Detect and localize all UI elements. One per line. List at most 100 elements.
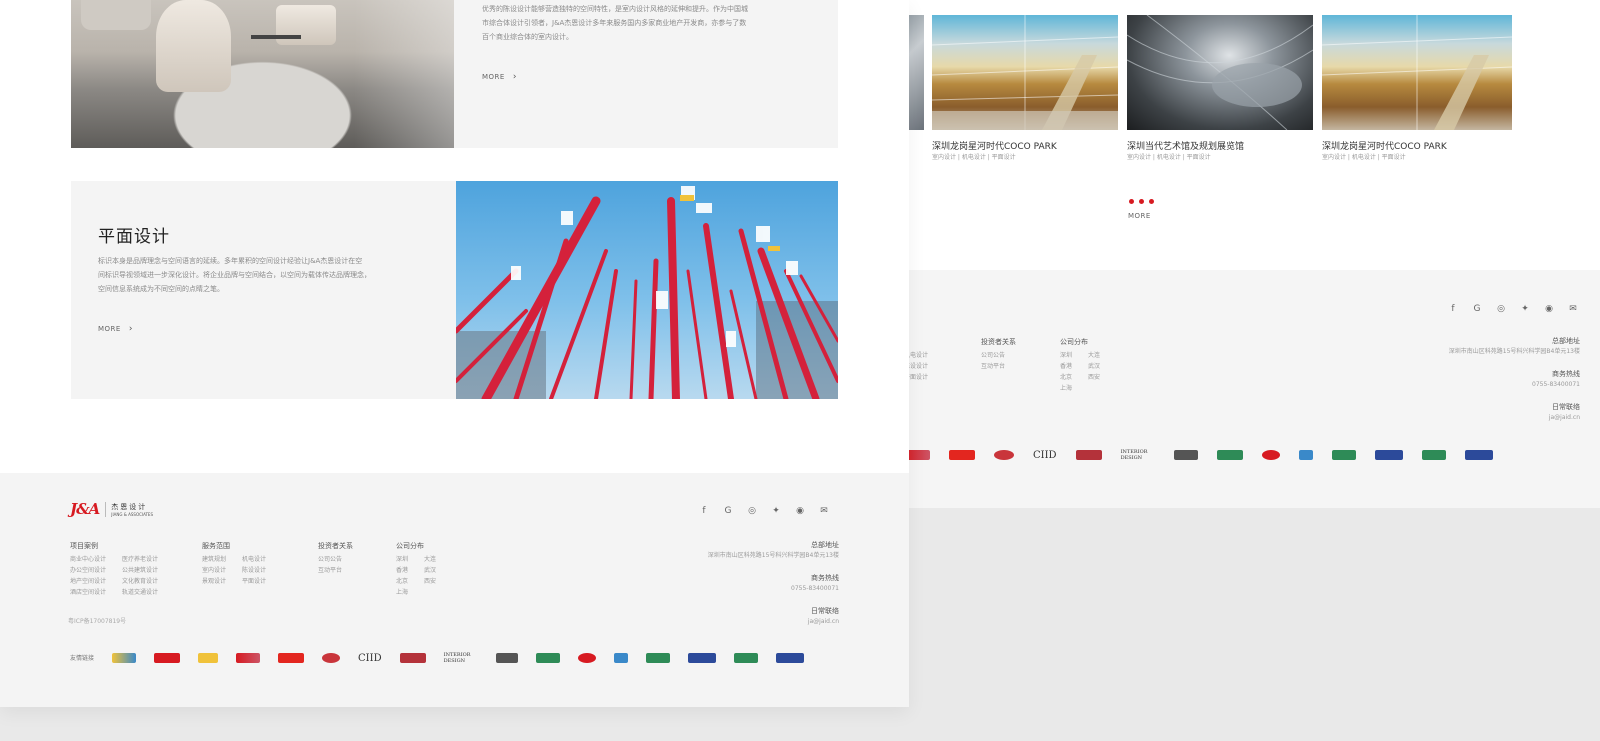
footer-logo[interactable]: J&A 杰恩设计 JIANG & ASSOCIATES bbox=[70, 500, 153, 518]
partner-logo[interactable] bbox=[236, 653, 261, 663]
partner-logo[interactable] bbox=[687, 653, 716, 663]
google-icon[interactable]: G bbox=[1470, 304, 1484, 314]
graphic-design-card: 平面设计 标识本身是品牌理念与空间语言的延续。多年累积的空间设计经验让J&A杰恩… bbox=[71, 181, 456, 399]
footer-link[interactable]: 大连 bbox=[424, 554, 452, 565]
footer-link[interactable]: 地产空间设计 bbox=[70, 576, 122, 587]
footer-link[interactable]: 平面设计 bbox=[242, 576, 282, 587]
partner-logo[interactable] bbox=[645, 653, 670, 663]
footer-link[interactable]: 机电设计 bbox=[242, 554, 282, 565]
contact-value[interactable]: ja@jaid.cn bbox=[1449, 412, 1580, 423]
partner-logo[interactable] bbox=[1075, 450, 1102, 460]
contact-value: 深圳市南山区科苑路15号科兴科学园B4单元13楼 bbox=[1448, 348, 1580, 355]
partner-logo[interactable] bbox=[1298, 450, 1313, 460]
footer-link[interactable]: 互动平台 bbox=[318, 565, 353, 576]
partner-logo[interactable] bbox=[1173, 450, 1198, 460]
footer-link[interactable]: 西安 bbox=[424, 576, 452, 587]
partner-logo[interactable] bbox=[495, 653, 518, 663]
partner-logo[interactable] bbox=[775, 653, 804, 663]
facebook-icon[interactable]: f bbox=[697, 506, 711, 516]
twitter-icon[interactable]: ✦ bbox=[769, 506, 783, 516]
partner-logo[interactable] bbox=[399, 653, 426, 663]
footer-link[interactable]: 香港 bbox=[1060, 361, 1088, 372]
partner-logo[interactable] bbox=[1261, 450, 1280, 460]
footer-link[interactable]: 公共建筑设计 bbox=[122, 565, 174, 576]
partner-logo[interactable] bbox=[613, 653, 628, 663]
contact-value[interactable]: ja@jaid.cn bbox=[708, 616, 839, 627]
partner-logo[interactable]: INTERIOR DESIGN bbox=[1121, 449, 1155, 461]
footer-link[interactable]: 深圳 bbox=[1060, 350, 1088, 361]
weibo-icon[interactable]: ◉ bbox=[793, 506, 807, 516]
partner-logo[interactable] bbox=[198, 653, 219, 663]
footer-link[interactable]: 武汉 bbox=[1088, 361, 1116, 372]
partner-logo[interactable] bbox=[322, 653, 341, 663]
google-icon[interactable]: G bbox=[721, 506, 735, 516]
project-name[interactable]: 深圳当代艺术馆及规划展览馆 bbox=[1127, 139, 1244, 152]
footer-link[interactable]: 公司公告 bbox=[981, 350, 1016, 361]
partner-logo[interactable] bbox=[994, 450, 1014, 460]
partner-logo[interactable] bbox=[1216, 450, 1243, 460]
furnishing-design-image[interactable] bbox=[71, 0, 454, 148]
instagram-icon[interactable]: ◎ bbox=[745, 506, 759, 516]
icp-number[interactable]: 粤ICP备17007819号 bbox=[68, 616, 126, 627]
partner-logos: 友情链接 CIID INTERIOR DESIGN bbox=[70, 651, 840, 665]
graphic-design-image[interactable] bbox=[456, 181, 838, 399]
partner-logo[interactable] bbox=[733, 653, 758, 663]
partner-logo[interactable] bbox=[1464, 450, 1493, 460]
carousel-dot[interactable] bbox=[1129, 199, 1134, 204]
footer-link[interactable]: 互动平台 bbox=[981, 361, 1016, 372]
instagram-icon[interactable]: ◎ bbox=[1494, 304, 1508, 314]
project-card[interactable]: 深圳龙岗星河时代COCO PARK 室内设计 | 机电设计 | 平面设计 bbox=[1322, 15, 1512, 193]
footer-link[interactable]: 上海 bbox=[1060, 383, 1088, 394]
footer-link[interactable]: 景观设计 bbox=[202, 576, 242, 587]
footer-link[interactable]: 文化教育设计 bbox=[122, 576, 174, 587]
weibo-icon[interactable]: ◉ bbox=[1542, 304, 1556, 314]
footer-link[interactable]: 上海 bbox=[396, 587, 424, 598]
footer-link[interactable]: 陈设设计 bbox=[242, 565, 282, 576]
partner-logo[interactable]: CIID bbox=[1033, 450, 1057, 461]
footer-link[interactable]: 办公空间设计 bbox=[70, 565, 122, 576]
project-name[interactable]: 深圳龙岗星河时代COCO PARK bbox=[932, 139, 1057, 152]
footer-link[interactable]: 室内设计 bbox=[202, 565, 242, 576]
description-line: 标识本身是品牌理念与空间语言的延续。多年累积的空间设计经验让J&A杰恩设计在空 bbox=[98, 257, 363, 265]
wechat-icon[interactable]: ✉ bbox=[817, 506, 831, 516]
twitter-icon[interactable]: ✦ bbox=[1518, 304, 1532, 314]
carousel-dots[interactable] bbox=[1127, 198, 1157, 206]
footer-link[interactable]: 大连 bbox=[1088, 350, 1116, 361]
partner-logo[interactable]: INTERIOR DESIGN bbox=[444, 652, 478, 664]
partner-logo[interactable]: CIID bbox=[358, 653, 382, 664]
facebook-icon[interactable]: f bbox=[1446, 304, 1460, 314]
partner-logo[interactable] bbox=[278, 653, 305, 663]
footer-link[interactable]: 公司公告 bbox=[318, 554, 353, 565]
footer-link[interactable]: 西安 bbox=[1088, 372, 1116, 383]
project-image bbox=[1127, 15, 1313, 130]
partner-logo[interactable] bbox=[154, 653, 181, 663]
footer-link[interactable]: 轨道交通设计 bbox=[122, 587, 174, 598]
wechat-icon[interactable]: ✉ bbox=[1566, 304, 1580, 314]
partner-logo[interactable] bbox=[535, 653, 560, 663]
footer-link[interactable]: 北京 bbox=[1060, 372, 1088, 383]
partner-logo[interactable] bbox=[1331, 450, 1356, 460]
footer-link[interactable]: 深圳 bbox=[396, 554, 424, 565]
carousel-dot[interactable] bbox=[1149, 199, 1154, 204]
description-line: 市综合体设计引领者，J&A杰恩设计多年来服务国内多家商业地产开发商，亦参与了数 bbox=[482, 19, 747, 27]
partner-logo[interactable] bbox=[1374, 450, 1403, 460]
red-poles-art bbox=[456, 186, 838, 399]
partner-logo[interactable] bbox=[1421, 450, 1446, 460]
footer-link[interactable]: 商业中心设计 bbox=[70, 554, 122, 565]
footer-link[interactable]: 酒店空间设计 bbox=[70, 587, 122, 598]
more-link[interactable]: MORE › bbox=[482, 72, 516, 82]
footer-link[interactable]: 香港 bbox=[396, 565, 424, 576]
more-link[interactable]: MORE bbox=[1128, 212, 1151, 220]
project-card[interactable]: 深圳龙岗星河时代COCO PARK 室内设计 | 机电设计 | 平面设计 bbox=[932, 15, 1118, 193]
more-link[interactable]: MORE › bbox=[98, 324, 132, 334]
footer-link[interactable]: 建筑规划 bbox=[202, 554, 242, 565]
footer-link[interactable]: 医疗养老设计 bbox=[122, 554, 174, 565]
partner-logo[interactable] bbox=[577, 653, 596, 663]
project-name[interactable]: 深圳龙岗星河时代COCO PARK bbox=[1322, 139, 1447, 152]
carousel-dot[interactable] bbox=[1139, 199, 1144, 204]
project-card[interactable]: 深圳当代艺术馆及规划展览馆 室内设计 | 机电设计 | 平面设计 bbox=[1127, 15, 1313, 193]
footer-link[interactable]: 北京 bbox=[396, 576, 424, 587]
footer-link[interactable]: 武汉 bbox=[424, 565, 452, 576]
partner-logo[interactable] bbox=[112, 653, 137, 663]
partner-logo[interactable] bbox=[949, 450, 975, 460]
